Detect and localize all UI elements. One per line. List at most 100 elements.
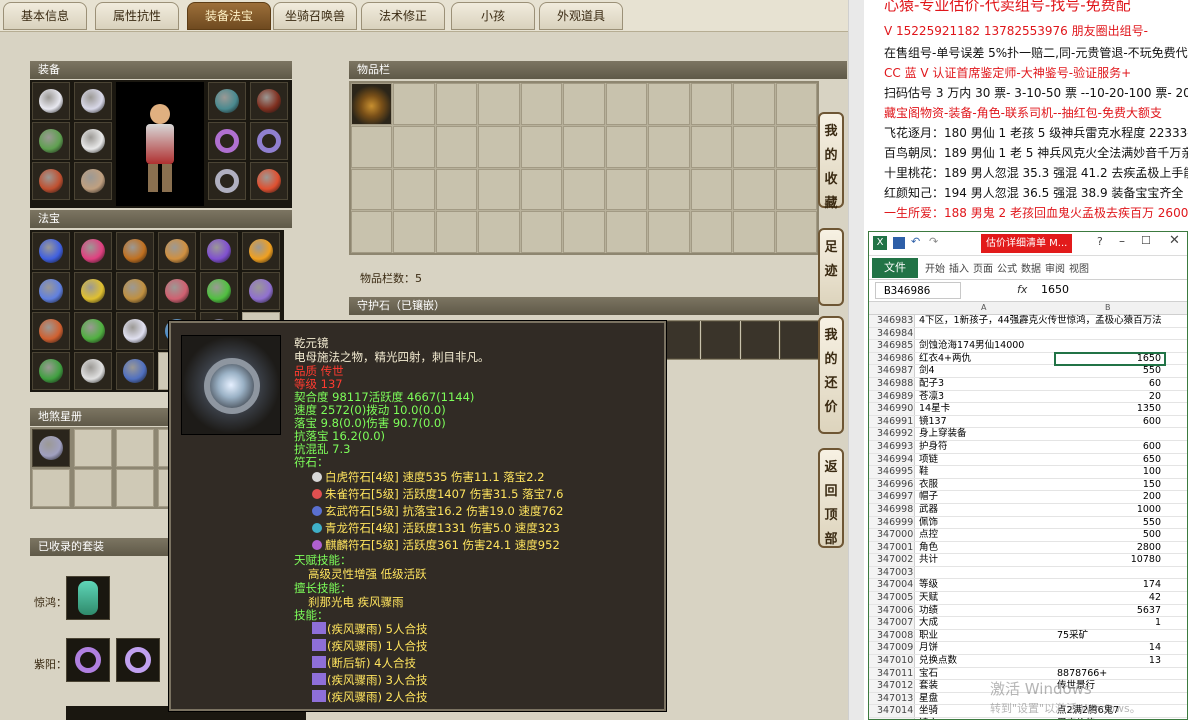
dizang-slot[interactable]: [32, 469, 70, 507]
cell-b[interactable]: 1000: [1055, 504, 1165, 517]
row-number[interactable]: 346992: [869, 428, 915, 440]
inventory-slot[interactable]: [648, 83, 690, 125]
inventory-slot[interactable]: [775, 83, 817, 125]
cell-a[interactable]: 职业: [917, 630, 1053, 643]
ribbon-tab[interactable]: 开始: [925, 260, 945, 275]
inventory-slot[interactable]: [520, 83, 563, 125]
inventory-slot[interactable]: [351, 125, 393, 168]
row-number[interactable]: 347000: [869, 529, 915, 541]
row-number[interactable]: 346995: [869, 466, 915, 478]
row-number[interactable]: 347007: [869, 617, 915, 629]
inventory-slot[interactable]: [690, 125, 733, 168]
inventory-slot[interactable]: [690, 168, 733, 211]
fabao-slot[interactable]: [200, 272, 238, 310]
cell-b[interactable]: 174: [1055, 579, 1165, 592]
inventory-slot[interactable]: [478, 125, 520, 168]
cell-a[interactable]: 兑换点数: [917, 655, 1053, 668]
cell-b[interactable]: 1: [1055, 617, 1165, 630]
cell-b[interactable]: 10780: [1055, 554, 1165, 567]
undo-icon[interactable]: ↶: [911, 235, 920, 248]
cell-a[interactable]: 14星卡: [917, 403, 1053, 416]
cell-b[interactable]: 600: [1055, 441, 1165, 454]
guard-slot[interactable]: [700, 321, 740, 359]
inventory-slot[interactable]: [393, 211, 435, 253]
inventory-slot[interactable]: [648, 168, 690, 211]
row-number[interactable]: 346993: [869, 440, 915, 453]
my-favorites-button[interactable]: 我的收藏: [818, 112, 844, 211]
fabao-slot[interactable]: [74, 232, 112, 270]
cell-b[interactable]: 14: [1055, 642, 1165, 655]
help-icon[interactable]: ?: [1097, 235, 1103, 248]
inventory-slot[interactable]: [478, 168, 520, 211]
row-number[interactable]: 346984: [869, 327, 915, 340]
name-box[interactable]: B346986: [875, 282, 961, 299]
inventory-slot[interactable]: [733, 168, 775, 211]
minimize-icon[interactable]: –: [1119, 234, 1125, 248]
close-icon[interactable]: ✕: [1169, 233, 1180, 248]
equip-slot[interactable]: [32, 122, 70, 160]
inventory-slot[interactable]: [435, 168, 478, 211]
fabao-slot[interactable]: [158, 232, 196, 270]
row-number[interactable]: 347004: [869, 579, 915, 592]
cell-a[interactable]: 大成: [917, 617, 1053, 630]
inventory-slot[interactable]: [351, 211, 393, 253]
inventory-slot[interactable]: [563, 211, 605, 253]
cell-b[interactable]: 13: [1055, 655, 1165, 668]
cell-a[interactable]: 配子3: [917, 378, 1053, 391]
row-number[interactable]: 346990: [869, 403, 915, 415]
row-number[interactable]: 347002: [869, 554, 915, 566]
guard-slot[interactable]: [740, 321, 780, 359]
inventory-slot[interactable]: [435, 211, 478, 253]
suit-item-icon[interactable]: [116, 638, 160, 682]
inventory-slot[interactable]: [690, 83, 733, 125]
equip-slot[interactable]: [250, 122, 288, 160]
cell-b[interactable]: 600: [1055, 416, 1165, 429]
inventory-slot[interactable]: [351, 168, 393, 211]
fabao-slot[interactable]: [242, 232, 280, 270]
inventory-slot[interactable]: [733, 125, 775, 168]
equip-slot[interactable]: [250, 162, 288, 200]
fabao-slot[interactable]: [158, 272, 196, 310]
inventory-slot[interactable]: [648, 125, 690, 168]
inventory-slot[interactable]: [775, 168, 817, 211]
fabao-slot[interactable]: [116, 352, 154, 390]
row-number[interactable]: 346987: [869, 365, 915, 377]
fabao-slot[interactable]: [32, 312, 70, 350]
dizang-slot[interactable]: [74, 469, 112, 507]
row-number[interactable]: 347006: [869, 604, 915, 617]
equip-slot[interactable]: [208, 122, 246, 160]
fabao-slot[interactable]: [74, 312, 112, 350]
equip-slot[interactable]: [74, 162, 112, 200]
inventory-slot[interactable]: [563, 125, 605, 168]
fabao-slot[interactable]: [200, 232, 238, 270]
dizang-slot[interactable]: [32, 429, 70, 467]
inventory-slot[interactable]: [351, 83, 393, 125]
cell-b[interactable]: 550: [1055, 365, 1165, 378]
cell-a[interactable]: 点控: [917, 529, 1053, 542]
tab-child[interactable]: 小孩: [451, 2, 535, 30]
inventory-slot[interactable]: [690, 211, 733, 253]
suit-jinghong-icon[interactable]: [66, 576, 110, 620]
inventory-slot[interactable]: [605, 211, 648, 253]
cell-a[interactable]: 功绩: [917, 605, 1053, 618]
row-number[interactable]: 346996: [869, 478, 915, 491]
row-number[interactable]: 347010: [869, 655, 915, 667]
cell-a[interactable]: 项链: [917, 454, 1053, 467]
row-number[interactable]: 347001: [869, 541, 915, 554]
inventory-slot[interactable]: [605, 83, 648, 125]
guard-slot[interactable]: [780, 321, 819, 359]
cell-b[interactable]: 200: [1055, 491, 1165, 504]
cell-a[interactable]: 天赋: [917, 592, 1053, 605]
equip-slot[interactable]: [74, 122, 112, 160]
fabao-slot[interactable]: [74, 272, 112, 310]
row-number[interactable]: 346983: [869, 315, 915, 327]
cell-a[interactable]: 角色: [917, 542, 1053, 555]
row-number[interactable]: 346997: [869, 491, 915, 503]
cell-b[interactable]: 2800: [1055, 542, 1165, 555]
fabao-slot[interactable]: [32, 352, 70, 390]
ribbon-tab[interactable]: 视图: [1069, 260, 1089, 275]
ribbon-tab[interactable]: 审阅: [1045, 260, 1065, 275]
row-number[interactable]: 347003: [869, 566, 915, 579]
cell-a[interactable]: 4下区，1新孩子，44强霹克火传世惊鸿，孟极心猿百万法: [917, 315, 1162, 328]
row-number[interactable]: 347008: [869, 629, 915, 642]
